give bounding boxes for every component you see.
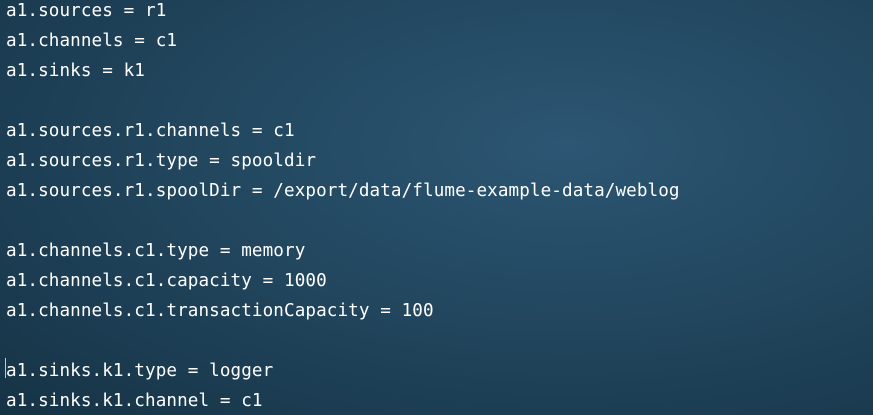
code-line-12[interactable] <box>6 326 873 356</box>
code-line-10[interactable]: a1.channels.c1.capacity = 1000 <box>6 266 873 296</box>
code-line-3[interactable]: a1.sinks = k1 <box>6 56 873 86</box>
code-editor[interactable]: a1.sources = r1 a1.channels = c1 a1.sink… <box>0 0 873 415</box>
code-line-11[interactable]: a1.channels.c1.transactionCapacity = 100 <box>6 296 873 326</box>
code-line-1[interactable]: a1.sources = r1 <box>6 0 873 26</box>
code-line-8[interactable] <box>6 206 873 236</box>
code-line-2[interactable]: a1.channels = c1 <box>6 26 873 56</box>
code-line-7[interactable]: a1.sources.r1.spoolDir = /export/data/fl… <box>6 176 873 206</box>
code-line-5[interactable]: a1.sources.r1.channels = c1 <box>6 116 873 146</box>
code-line-14[interactable]: a1.sinks.k1.channel = c1 <box>6 386 873 415</box>
text-caret <box>5 358 6 378</box>
code-line-6[interactable]: a1.sources.r1.type = spooldir <box>6 146 873 176</box>
code-line-13[interactable]: a1.sinks.k1.type = logger <box>6 356 873 386</box>
code-line-9[interactable]: a1.channels.c1.type = memory <box>6 236 873 266</box>
code-line-4[interactable] <box>6 86 873 116</box>
